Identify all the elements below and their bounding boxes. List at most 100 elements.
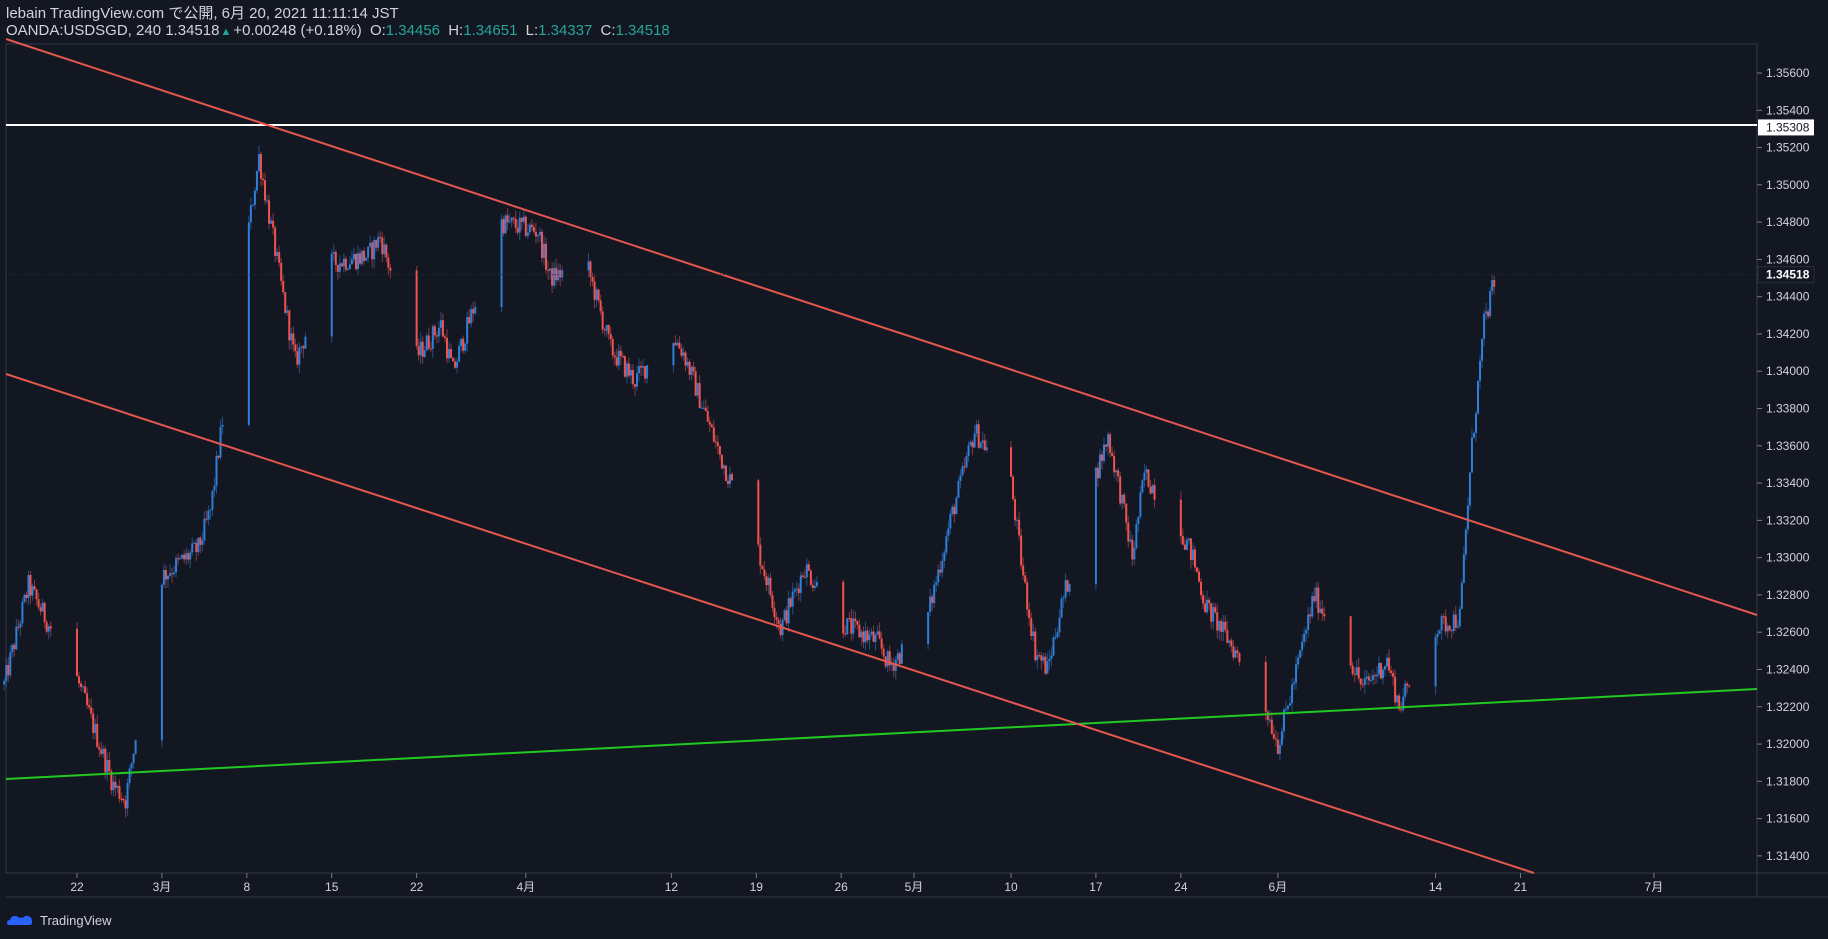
- candle-body: [1307, 614, 1310, 631]
- candle-body: [1020, 535, 1023, 566]
- candle-body: [1355, 667, 1358, 675]
- candle-body: [375, 240, 378, 248]
- candle-body: [623, 356, 626, 377]
- y-tick-label: 1.31400: [1766, 849, 1810, 863]
- candle-body: [7, 665, 10, 676]
- candle-body: [530, 224, 533, 227]
- candle-body: [334, 251, 337, 265]
- time-axis[interactable]: 22 3月 8 15 22 4月 12 19 26 5月 10 17 24 6月 14 21 7月: [70, 873, 1663, 894]
- candle-body: [708, 421, 711, 425]
- candle-body: [332, 251, 335, 254]
- x-tick-label: 7月: [1645, 880, 1664, 894]
- candle-body: [348, 264, 351, 269]
- x-tick-label: 17: [1089, 880, 1103, 894]
- candle-body: [1458, 608, 1461, 627]
- candle-body: [595, 289, 598, 300]
- candle-body: [94, 723, 97, 733]
- y-tick-label: 1.33800: [1766, 402, 1810, 416]
- candle-body: [1216, 612, 1219, 631]
- candle-body: [1456, 626, 1459, 628]
- candle-body: [1129, 539, 1132, 542]
- x-tick-label: 10: [1004, 880, 1018, 894]
- candle-body: [1284, 708, 1287, 710]
- y-tick-label: 1.34600: [1766, 252, 1810, 266]
- candle-body: [765, 575, 768, 586]
- candle-body: [957, 480, 960, 498]
- candle-body: [171, 573, 174, 575]
- candle-body: [389, 267, 392, 271]
- candle-body: [80, 683, 83, 687]
- candle-body: [850, 618, 853, 634]
- candle-body: [1386, 657, 1389, 667]
- candle-body: [854, 618, 857, 622]
- candle-body: [276, 252, 279, 257]
- candle-body: [118, 785, 121, 799]
- candle-body: [955, 497, 958, 515]
- candle-body: [937, 569, 940, 583]
- candle-body: [524, 216, 527, 236]
- candle-body: [728, 474, 731, 484]
- y-tick-label: 1.32400: [1766, 662, 1810, 676]
- candle-body: [551, 268, 554, 286]
- candle-body: [1181, 536, 1184, 545]
- candle-body: [33, 586, 36, 590]
- candle-body: [1481, 338, 1484, 361]
- candle-body: [522, 216, 525, 222]
- candle-body: [259, 154, 262, 179]
- candle-body: [842, 582, 845, 634]
- candle-body: [1220, 620, 1223, 632]
- candle-body: [251, 204, 254, 206]
- candle-body: [1232, 646, 1235, 658]
- candle-body: [76, 628, 78, 677]
- candle-body: [249, 205, 252, 223]
- candle-body: [1479, 360, 1482, 381]
- candle-body: [25, 594, 28, 598]
- candle-body: [1052, 637, 1055, 656]
- x-tick-label: 14: [1429, 880, 1443, 894]
- support-trendline[interactable]: [5, 688, 1758, 780]
- candle-body: [425, 335, 428, 351]
- candle-body: [1123, 494, 1126, 504]
- footer-brand[interactable]: TradingView: [6, 910, 112, 930]
- candle-body: [344, 258, 347, 270]
- candle-body: [1179, 499, 1182, 537]
- candle-body: [96, 723, 99, 748]
- candle-body: [981, 440, 984, 443]
- y-tick-label: 1.34800: [1766, 215, 1810, 229]
- candle-body: [429, 348, 432, 350]
- candle-body: [255, 170, 258, 191]
- candle-body: [603, 329, 606, 331]
- candle-body: [852, 618, 855, 634]
- y-tick-label: 1.33600: [1766, 439, 1810, 453]
- x-tick-label: 19: [750, 880, 764, 894]
- candle-body: [1034, 631, 1037, 661]
- candle-body: [1396, 695, 1399, 703]
- candle-body: [193, 542, 196, 544]
- candle-body: [39, 607, 42, 612]
- candle-body: [1212, 607, 1215, 622]
- price-chart[interactable]: 1.35600 1.35400 1.35200 1.35000 1.34800 1.346…: [0, 0, 1828, 939]
- candle-body: [767, 577, 770, 586]
- y-tick-label: 1.32800: [1766, 588, 1810, 602]
- candle-body: [1388, 657, 1391, 671]
- candle-body: [1357, 667, 1360, 679]
- candle-body: [1024, 575, 1027, 583]
- candle-body: [555, 267, 558, 281]
- candle-body: [688, 361, 691, 375]
- candle-body: [1309, 614, 1312, 617]
- candle-body: [9, 652, 12, 676]
- candle-body: [253, 190, 256, 205]
- channel-lower-line[interactable]: [5, 373, 1535, 874]
- candle-body: [41, 602, 44, 612]
- price-axis[interactable]: 1.35600 1.35400 1.35200 1.35000 1.34800 1.346…: [1757, 66, 1810, 863]
- candle-body: [215, 455, 218, 486]
- candle-body: [1224, 621, 1227, 630]
- candle-body: [298, 347, 301, 365]
- candle-body: [811, 584, 814, 588]
- candle-body: [1044, 656, 1047, 674]
- candle-body: [963, 466, 966, 468]
- y-tick-label: 1.32600: [1766, 625, 1810, 639]
- candle-body: [1230, 640, 1233, 647]
- candle-body: [122, 798, 125, 801]
- candle-body: [462, 338, 465, 351]
